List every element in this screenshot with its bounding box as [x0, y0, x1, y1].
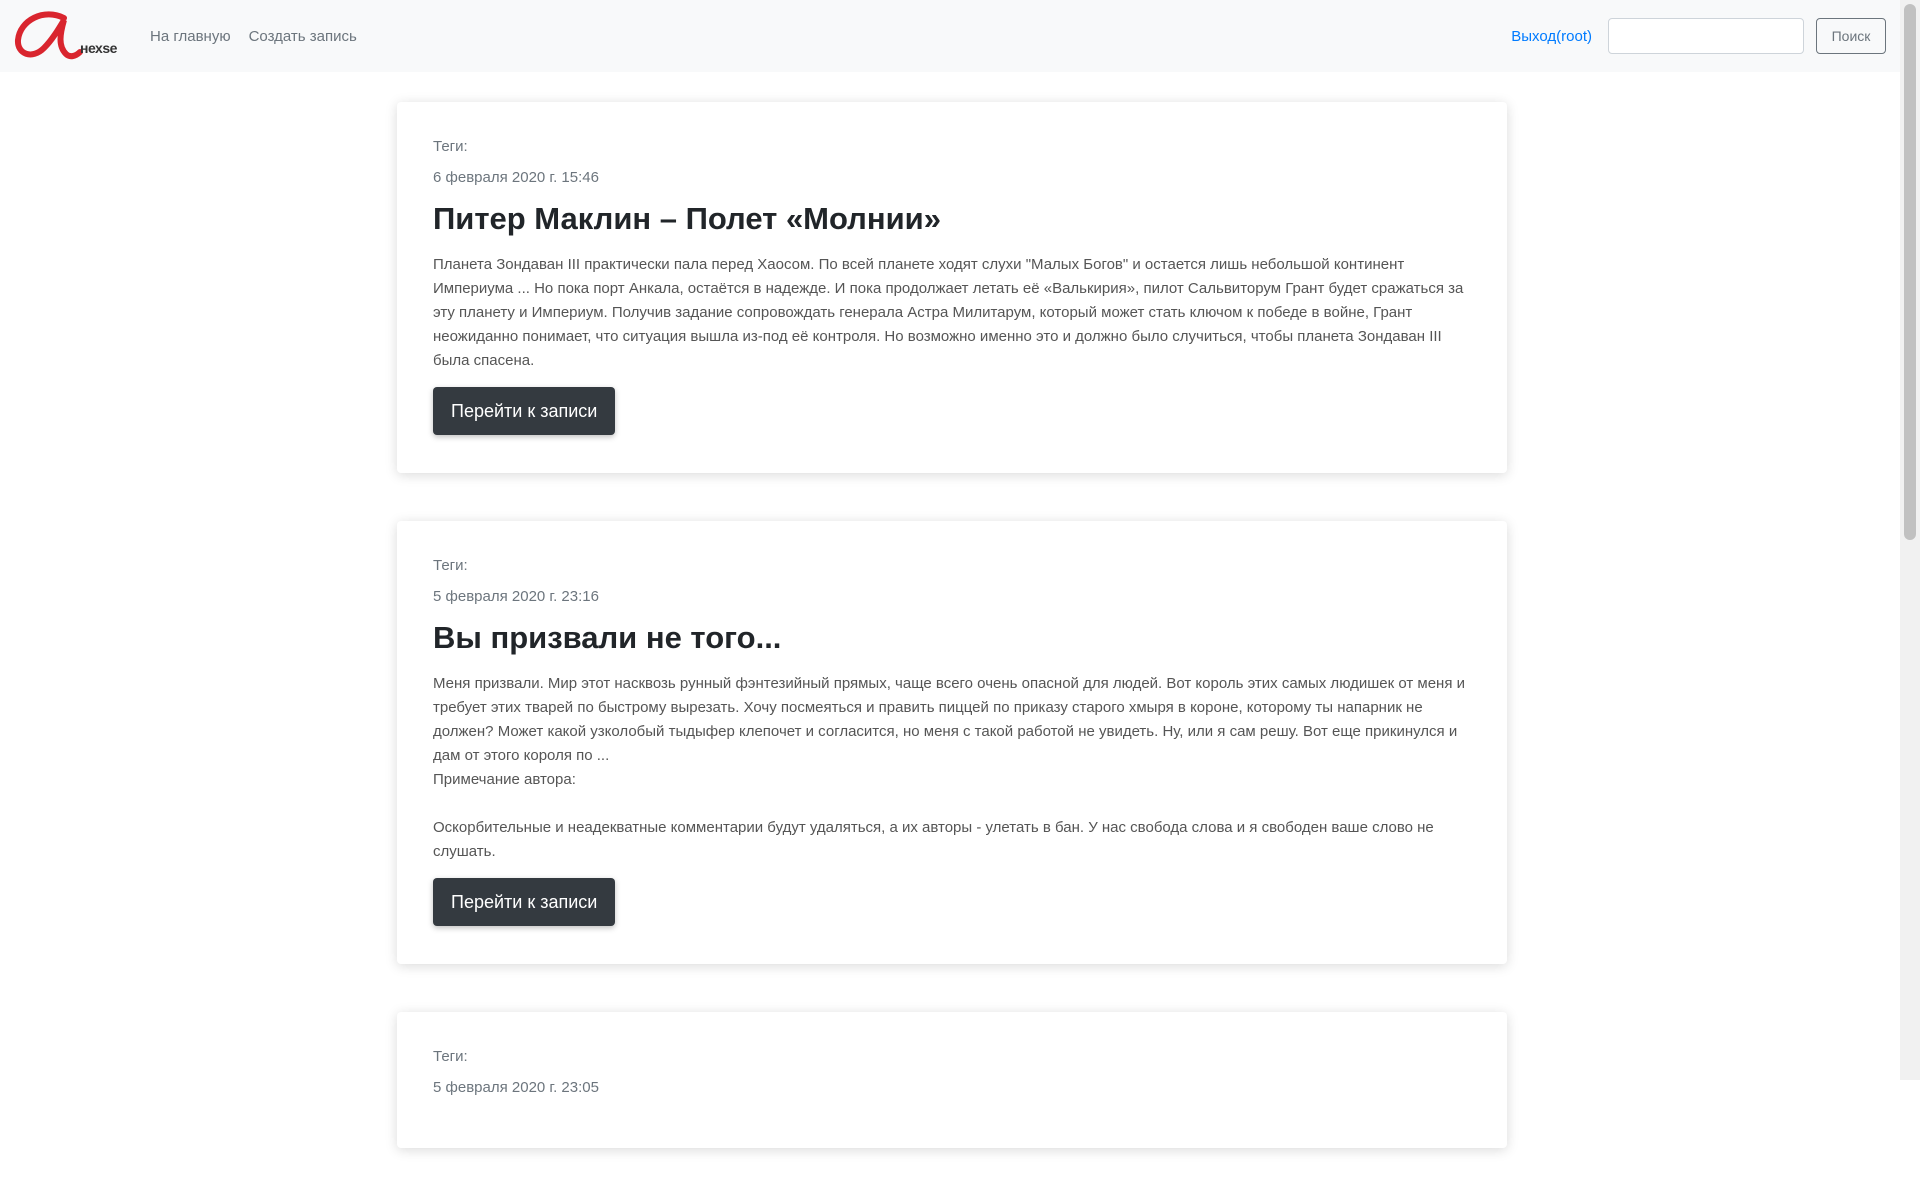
post-excerpt: Планета Зондаван III практически пала пе…: [433, 256, 1464, 370]
search-button[interactable]: Поиск: [1816, 18, 1886, 54]
site-logo[interactable]: нехse: [14, 8, 134, 64]
read-post-button[interactable]: Перейти к записи: [433, 878, 616, 927]
post-title: Питер Маклин – Полет «Молнии»: [433, 201, 941, 236]
post-tags: Теги:: [433, 557, 468, 575]
read-post-button[interactable]: Перейти к записи: [433, 387, 616, 436]
scrollbar-thumb[interactable]: [1904, 4, 1916, 540]
top-navbar: нехse На главную Создать запись Выход(ro…: [0, 0, 1900, 72]
navbar-right: Выход(root) Поиск: [1511, 18, 1886, 54]
post-tags: Теги:: [433, 1048, 468, 1066]
post-card: Теги: 5 февраля 2020 г. 23:05: [397, 1012, 1507, 1149]
post-date: 6 февраля 2020 г. 15:46: [433, 169, 599, 186]
nav-link-home[interactable]: На главную: [150, 28, 231, 45]
logout-link[interactable]: Выход(root): [1511, 28, 1592, 45]
post-feed: Теги: 6 февраля 2020 г. 15:46 Питер Макл…: [397, 102, 1507, 1196]
search-input[interactable]: [1608, 18, 1804, 54]
post-excerpt: Меня призвали. Мир этот насквозь рунный …: [433, 675, 1466, 861]
post-date: 5 февраля 2020 г. 23:05: [433, 1079, 599, 1097]
page-scrollbar[interactable]: [1900, 0, 1920, 1080]
post-title: Вы призвали не того...: [433, 620, 782, 656]
nav-link-create-post[interactable]: Создать запись: [249, 28, 357, 45]
post-tags: Теги:: [433, 138, 468, 155]
logo-swoosh-icon: [15, 11, 83, 60]
post-date: 5 февраля 2020 г. 23:16: [433, 588, 599, 606]
post-card: Теги: 6 февраля 2020 г. 15:46 Питер Макл…: [397, 102, 1507, 474]
post-card: Теги: 5 февраля 2020 г. 23:16 Вы призвал…: [397, 521, 1507, 965]
logo-text: нехse: [80, 40, 117, 56]
